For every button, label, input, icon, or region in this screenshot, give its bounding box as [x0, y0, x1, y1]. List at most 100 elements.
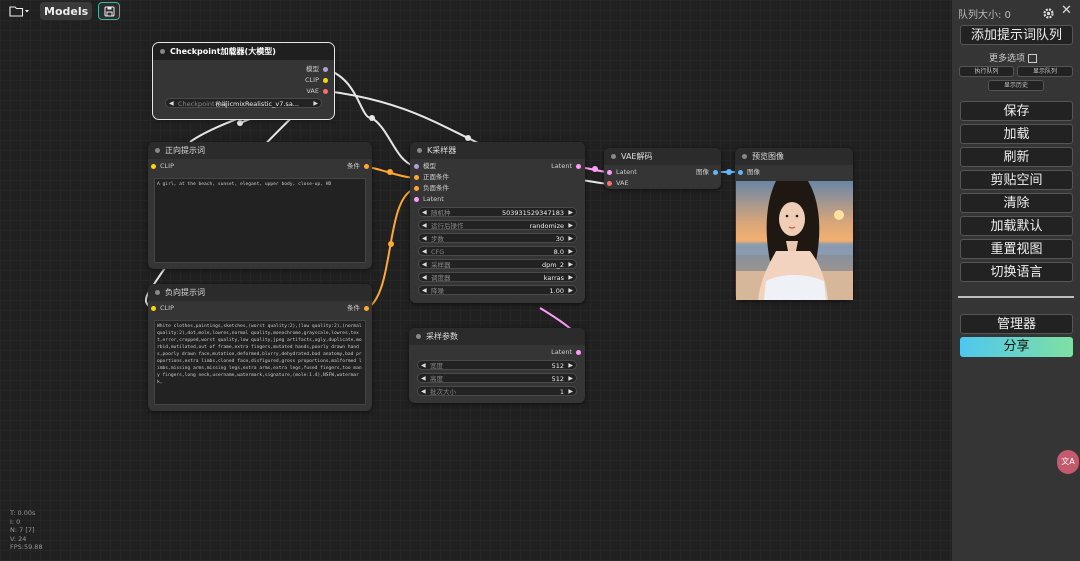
output-conditioning[interactable]: 条件 — [347, 162, 369, 171]
slot-dot[interactable] — [151, 164, 156, 169]
save-button[interactable]: 保存 — [960, 101, 1073, 121]
slot-dot[interactable] — [364, 164, 369, 169]
settings-button[interactable] — [1042, 5, 1055, 24]
slot-dot[interactable] — [738, 170, 743, 175]
widget-control-after-generate[interactable]: ◀ 运行后操作 randomize ▶ — [418, 220, 577, 230]
node-title[interactable]: 负向提示词 — [148, 284, 372, 301]
arrow-right-icon[interactable]: ▶ — [568, 208, 573, 218]
arrow-left-icon[interactable]: ◀ — [169, 99, 174, 109]
node-title[interactable]: 预览图像 — [735, 148, 853, 165]
slot-dot[interactable] — [713, 170, 718, 175]
refresh-button[interactable]: 刷新 — [960, 147, 1073, 167]
manager-button[interactable]: 管理器 — [960, 314, 1073, 334]
arrow-right-icon[interactable]: ▶ — [568, 260, 573, 270]
switch-language-button[interactable]: 切换语言 — [960, 262, 1073, 282]
node-title[interactable]: VAE解码 — [604, 148, 721, 165]
slot-dot[interactable] — [607, 181, 612, 186]
node-negative-prompt[interactable]: 负向提示词 CLIP 条件 White clothes,paintings,sk… — [148, 284, 372, 411]
output-clip[interactable]: CLIP — [305, 76, 328, 85]
add-to-queue-button[interactable]: 添加提示词队列 — [960, 25, 1073, 45]
save-workflow-button[interactable] — [98, 2, 121, 20]
clipspace-button[interactable]: 剪贴空间 — [960, 170, 1073, 190]
graph-canvas[interactable]: Models Checkpoint加载器(大模型) 模型 CLIP VAE ◀ … — [0, 0, 952, 561]
arrow-left-icon[interactable]: ◀ — [422, 260, 427, 270]
input-model[interactable]: 模型 — [414, 162, 436, 171]
arrow-right-icon[interactable]: ▶ — [568, 361, 573, 371]
slot-dot[interactable] — [414, 186, 419, 191]
widget-denoise[interactable]: ◀ 降噪 1.00 ▶ — [418, 285, 577, 295]
arrow-right-icon[interactable]: ▶ — [568, 387, 573, 397]
widget-height[interactable]: ◀ 高度 512 ▶ — [417, 373, 577, 383]
input-image[interactable]: 图像 — [738, 168, 760, 177]
node-vae-decode[interactable]: VAE解码 Latent VAE 图像 — [604, 148, 721, 189]
widget-batch-size[interactable]: ◀ 批次大小 1 ▶ — [417, 386, 577, 396]
widget-scheduler[interactable]: ◀ 调度器 karras ▶ — [418, 272, 577, 282]
input-latent[interactable]: Latent — [414, 195, 444, 204]
output-conditioning[interactable]: 条件 — [347, 304, 369, 313]
models-button[interactable]: Models — [40, 2, 93, 20]
output-vae[interactable]: VAE — [306, 87, 328, 96]
show-queue-button[interactable]: 显示队列 — [1017, 66, 1073, 77]
arrow-left-icon[interactable]: ◀ — [422, 247, 427, 257]
node-title[interactable]: K采样器 — [410, 142, 585, 159]
widget-steps[interactable]: ◀ 步数 30 ▶ — [418, 233, 577, 243]
slot-dot[interactable] — [607, 170, 612, 175]
node-empty-latent[interactable]: 采样参数 Latent ◀ 宽度 512 ▶ ◀ 高度 512 ▶ ◀ 批次大小 1 ▶ — [409, 328, 585, 403]
arrow-right-icon[interactable]: ▶ — [568, 374, 573, 384]
slot-dot[interactable] — [414, 175, 419, 180]
load-button[interactable]: 加载 — [960, 124, 1073, 144]
node-title[interactable]: 正向提示词 — [148, 142, 372, 159]
checkbox-icon[interactable] — [1027, 54, 1037, 63]
widget-seed[interactable]: ◀ 随机种 503931529347183 ▶ — [418, 207, 577, 217]
arrow-left-icon[interactable]: ◀ — [421, 361, 426, 371]
slot-dot[interactable] — [414, 164, 419, 169]
share-button[interactable]: 分享 — [960, 337, 1073, 357]
slot-dot[interactable] — [414, 197, 419, 202]
arrow-left-icon[interactable]: ◀ — [422, 221, 427, 231]
run-queue-button[interactable]: 执行队列 — [959, 66, 1014, 77]
reset-view-button[interactable]: 重置视图 — [960, 239, 1073, 259]
show-history-button[interactable]: 显示历史 — [988, 80, 1044, 91]
translate-icon[interactable]: 文A — [1057, 450, 1079, 474]
clear-button[interactable]: 清除 — [960, 193, 1073, 213]
slot-dot[interactable] — [364, 306, 369, 311]
arrow-right-icon[interactable]: ▶ — [313, 99, 318, 109]
slot-dot[interactable] — [576, 164, 581, 169]
slot-dot[interactable] — [323, 89, 328, 94]
input-vae[interactable]: VAE — [607, 179, 629, 188]
arrow-right-icon[interactable]: ▶ — [568, 234, 573, 244]
widget-width[interactable]: ◀ 宽度 512 ▶ — [417, 360, 577, 370]
widget-cfg[interactable]: ◀ CFG 8.0 ▶ — [418, 246, 577, 256]
output-latent[interactable]: Latent — [551, 348, 581, 357]
positive-prompt-textarea[interactable]: A girl, at the beach, sunset, elegant, u… — [154, 178, 366, 263]
node-checkpoint-loader[interactable]: Checkpoint加载器(大模型) 模型 CLIP VAE ◀ Checkpo… — [152, 42, 335, 120]
node-positive-prompt[interactable]: 正向提示词 CLIP 条件 A girl, at the beach, suns… — [148, 142, 372, 269]
arrow-left-icon[interactable]: ◀ — [422, 234, 427, 244]
widget-sampler[interactable]: ◀ 采样器 dpm_2 ▶ — [418, 259, 577, 269]
negative-prompt-textarea[interactable]: White clothes,paintings,sketches,(worst … — [154, 320, 366, 405]
output-model[interactable]: 模型 — [306, 65, 328, 74]
checkpoint-name-combo[interactable]: ◀ Checkpoint名称 majicmixRealistic_v7.sa..… — [165, 98, 322, 108]
close-icon[interactable]: ✕ — [1061, 3, 1072, 18]
input-clip[interactable]: CLIP — [151, 162, 174, 171]
node-ksampler[interactable]: K采样器 模型 正面条件 负面条件 Latent Latent ◀ 随机种 5039… — [410, 142, 585, 303]
node-title[interactable]: Checkpoint加载器(大模型) — [153, 43, 334, 60]
workflow-menu-button[interactable] — [4, 2, 34, 20]
arrow-left-icon[interactable]: ◀ — [421, 387, 426, 397]
slot-dot[interactable] — [151, 306, 156, 311]
load-default-button[interactable]: 加载默认 — [960, 216, 1073, 236]
slot-dot[interactable] — [576, 350, 581, 355]
input-negative[interactable]: 负面条件 — [414, 184, 449, 193]
arrow-right-icon[interactable]: ▶ — [568, 273, 573, 283]
output-image[interactable]: 图像 — [696, 168, 718, 177]
arrow-left-icon[interactable]: ◀ — [421, 374, 426, 384]
arrow-right-icon[interactable]: ▶ — [568, 221, 573, 231]
arrow-left-icon[interactable]: ◀ — [422, 208, 427, 218]
slot-dot[interactable] — [323, 78, 328, 83]
slot-dot[interactable] — [323, 67, 328, 72]
generated-image[interactable] — [736, 181, 853, 300]
arrow-right-icon[interactable]: ▶ — [568, 286, 573, 296]
arrow-right-icon[interactable]: ▶ — [568, 247, 573, 257]
input-positive[interactable]: 正面条件 — [414, 173, 449, 182]
input-clip[interactable]: CLIP — [151, 304, 174, 313]
